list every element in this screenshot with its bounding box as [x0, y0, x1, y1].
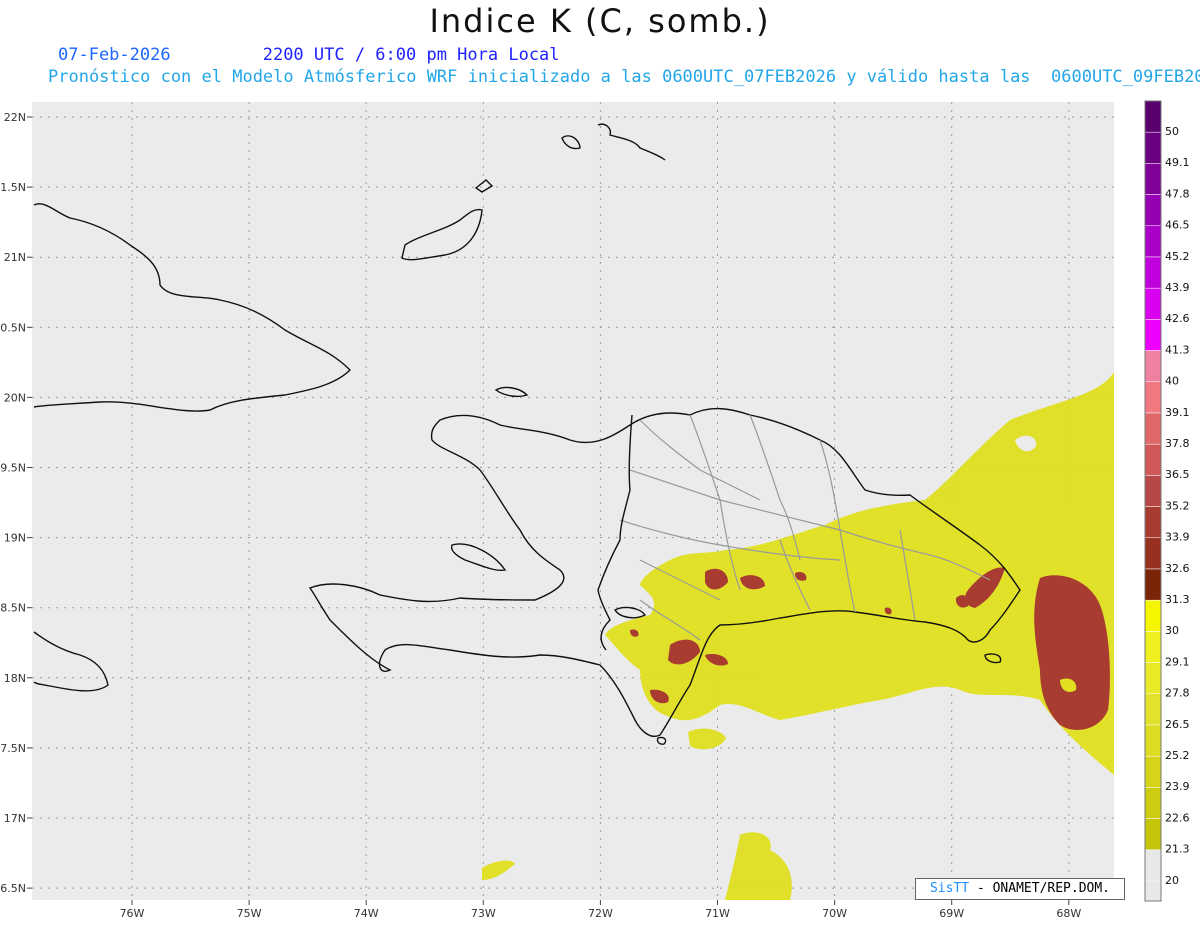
- colorbar-swatch: [1144, 100, 1162, 133]
- colorbar-swatch: [1144, 599, 1162, 632]
- lat-label: 21N: [4, 251, 26, 264]
- lon-label: 69W: [939, 907, 964, 920]
- lon-label: 71W: [705, 907, 730, 920]
- colorbar-label: 41.3: [1165, 343, 1190, 356]
- colorbar-label: 22.6: [1165, 811, 1190, 824]
- colorbar-swatch: [1144, 412, 1162, 445]
- colorbar-label: 43.9: [1165, 281, 1190, 294]
- colorbar-swatch: [1144, 194, 1162, 227]
- colorbar-swatch: [1144, 724, 1162, 757]
- colorbar-swatch: [1144, 287, 1162, 320]
- lat-label: 8.5N: [0, 602, 26, 615]
- colorbar-swatch: [1144, 849, 1162, 882]
- colorbar-swatch: [1144, 319, 1162, 351]
- colorbar-label: 25.2: [1165, 749, 1190, 762]
- colorbar-swatch: [1144, 381, 1162, 414]
- colorbar-label: 35.2: [1165, 499, 1190, 512]
- colorbar-swatch: [1144, 163, 1162, 195]
- colorbar-swatch: [1144, 662, 1162, 695]
- colorbar-swatch: [1144, 818, 1162, 851]
- colorbar-label: 29.1: [1165, 655, 1190, 668]
- lon-label: 72W: [588, 907, 613, 920]
- colorbar-label: 27.8: [1165, 687, 1190, 700]
- lat-label: 18N: [4, 672, 26, 685]
- colorbar-label: 20: [1165, 874, 1179, 887]
- colorbar-label: 42.6: [1165, 312, 1190, 325]
- lon-label: 68W: [1056, 907, 1081, 920]
- colorbar-label: 21.3: [1165, 843, 1190, 856]
- lat-label: 6.5N: [0, 882, 26, 895]
- colorbar-label: 45.2: [1165, 250, 1190, 263]
- lat-label: 1.5N: [0, 181, 26, 194]
- colorbar-label: 32.6: [1165, 562, 1190, 575]
- colorbar-swatch: [1144, 350, 1162, 383]
- forecast-map: 22N 1.5N 21N 0.5N 20N 9.5N 19N 8.5N 18N 7.5N 17N 6.…: [0, 100, 1190, 920]
- colorbar-label: 50: [1165, 125, 1179, 138]
- colorbar-label: 47.8: [1165, 187, 1190, 200]
- colorbar-label: 23.9: [1165, 780, 1190, 793]
- colorbar-swatch: [1144, 443, 1162, 476]
- lat-label: 17N: [4, 812, 26, 825]
- colorbar-swatch: [1144, 787, 1162, 819]
- colorbar-swatch: [1144, 537, 1162, 570]
- colorbar-label: 36.5: [1165, 468, 1190, 481]
- lat-label: 7.5N: [0, 742, 26, 755]
- colorbar-swatch: [1144, 755, 1162, 788]
- colorbar-label: 46.5: [1165, 219, 1190, 232]
- lon-label: 75W: [237, 907, 262, 920]
- colorbar-swatch: [1144, 693, 1162, 726]
- colorbar-swatch: [1144, 506, 1162, 539]
- colorbar-label: 33.9: [1165, 531, 1190, 544]
- lon-label: 74W: [354, 907, 379, 920]
- lat-label: 22N: [4, 111, 26, 124]
- colorbar-label: 30: [1165, 624, 1179, 637]
- lat-label: 0.5N: [0, 321, 26, 334]
- colorbar-label: 49.1: [1165, 156, 1190, 169]
- lat-label: 9.5N: [0, 462, 26, 475]
- lat-label: 19N: [4, 532, 26, 545]
- credit-text: - ONAMET/REP.DOM.: [969, 881, 1111, 896]
- colorbar-label: 31.3: [1165, 593, 1190, 606]
- colorbar-swatch: [1144, 631, 1162, 663]
- lat-label: 20N: [4, 391, 26, 404]
- colorbar-swatch: [1144, 225, 1162, 258]
- color-scale: 50 49.1 47.8 46.5 45.2 43.9 42.6 41.3 40 39.1 37.8…: [1144, 100, 1190, 902]
- credit-box: SisTT - ONAMET/REP.DOM.: [915, 878, 1125, 900]
- colorbar-swatch: [1144, 256, 1162, 289]
- sistt-logo: SisTT: [929, 881, 970, 896]
- lon-label: 76W: [120, 907, 145, 920]
- lon-label: 70W: [822, 907, 847, 920]
- colorbar-label: 39.1: [1165, 406, 1190, 419]
- colorbar-swatch: [1144, 131, 1162, 164]
- colorbar-swatch: [1144, 475, 1162, 507]
- colorbar-swatch: [1144, 568, 1162, 601]
- colorbar-label: 37.8: [1165, 437, 1190, 450]
- lon-label: 73W: [471, 907, 496, 920]
- colorbar-label: 40: [1165, 375, 1179, 388]
- colorbar-label: 26.5: [1165, 718, 1190, 731]
